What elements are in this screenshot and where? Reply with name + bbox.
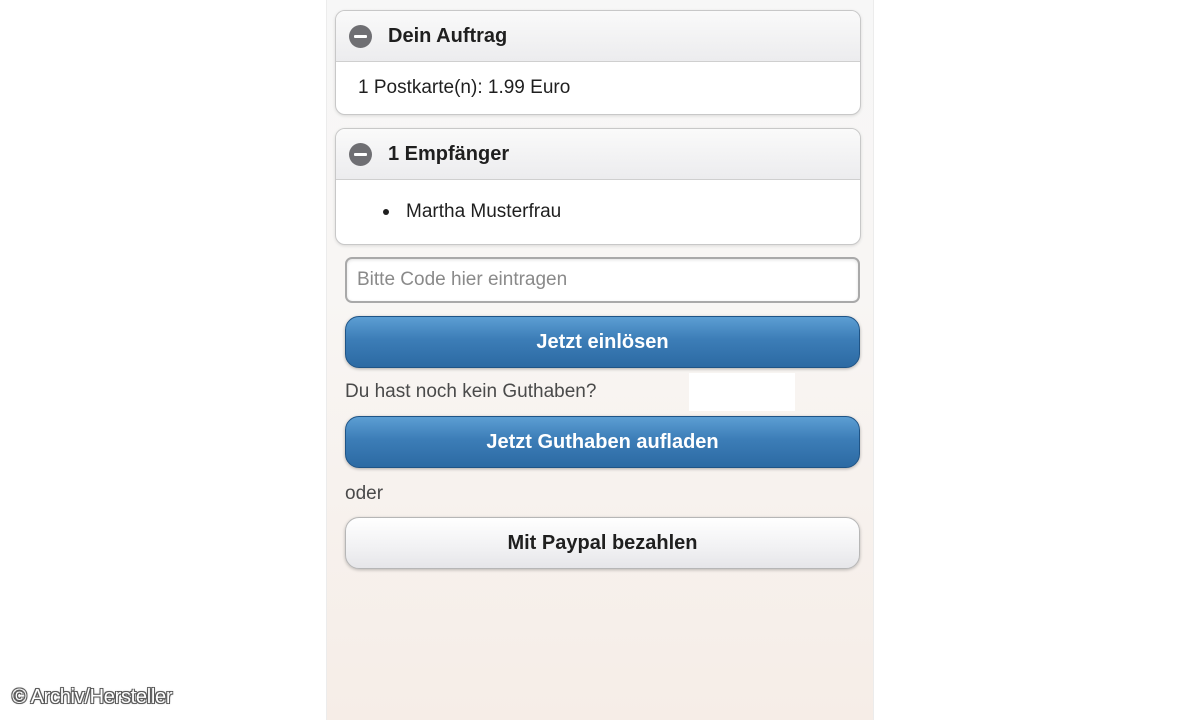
recipient-item: Martha Musterfrau <box>406 201 562 222</box>
recipients-section: 1 Empfänger Martha Musterfrau <box>335 128 861 245</box>
recipients-section-title: 1 Empfänger <box>388 142 510 165</box>
order-section: Dein Auftrag 1 Postkarte(n): 1.99 Euro <box>335 10 861 115</box>
recipients-section-header[interactable]: 1 Empfänger <box>336 129 860 180</box>
collapse-minus-icon[interactable] <box>349 24 372 48</box>
or-text: oder <box>345 483 384 504</box>
mobile-page: Dein Auftrag 1 Postkarte(n): 1.99 Euro 1… <box>326 0 874 720</box>
redeem-button[interactable]: Jetzt einlösen <box>345 316 860 368</box>
order-section-header[interactable]: Dein Auftrag <box>336 11 860 62</box>
copyright-watermark: © Archiv/Hersteller <box>12 686 173 708</box>
bullet-icon <box>383 209 389 215</box>
order-section-body: 1 Postkarte(n): 1.99 Euro <box>336 62 860 114</box>
collapse-minus-icon[interactable] <box>349 142 372 166</box>
order-section-title: Dein Auftrag <box>388 24 508 47</box>
no-credit-text: Du hast noch kein Guthaben? <box>345 381 597 402</box>
paypal-button[interactable]: Mit Paypal bezahlen <box>345 517 860 569</box>
recipient-list: Martha Musterfrau <box>336 180 860 244</box>
voucher-code-input[interactable] <box>345 257 860 303</box>
order-summary: 1 Postkarte(n): 1.99 Euro <box>358 77 571 98</box>
topup-credit-button[interactable]: Jetzt Guthaben aufladen <box>345 416 860 468</box>
blank-patch <box>689 373 795 411</box>
